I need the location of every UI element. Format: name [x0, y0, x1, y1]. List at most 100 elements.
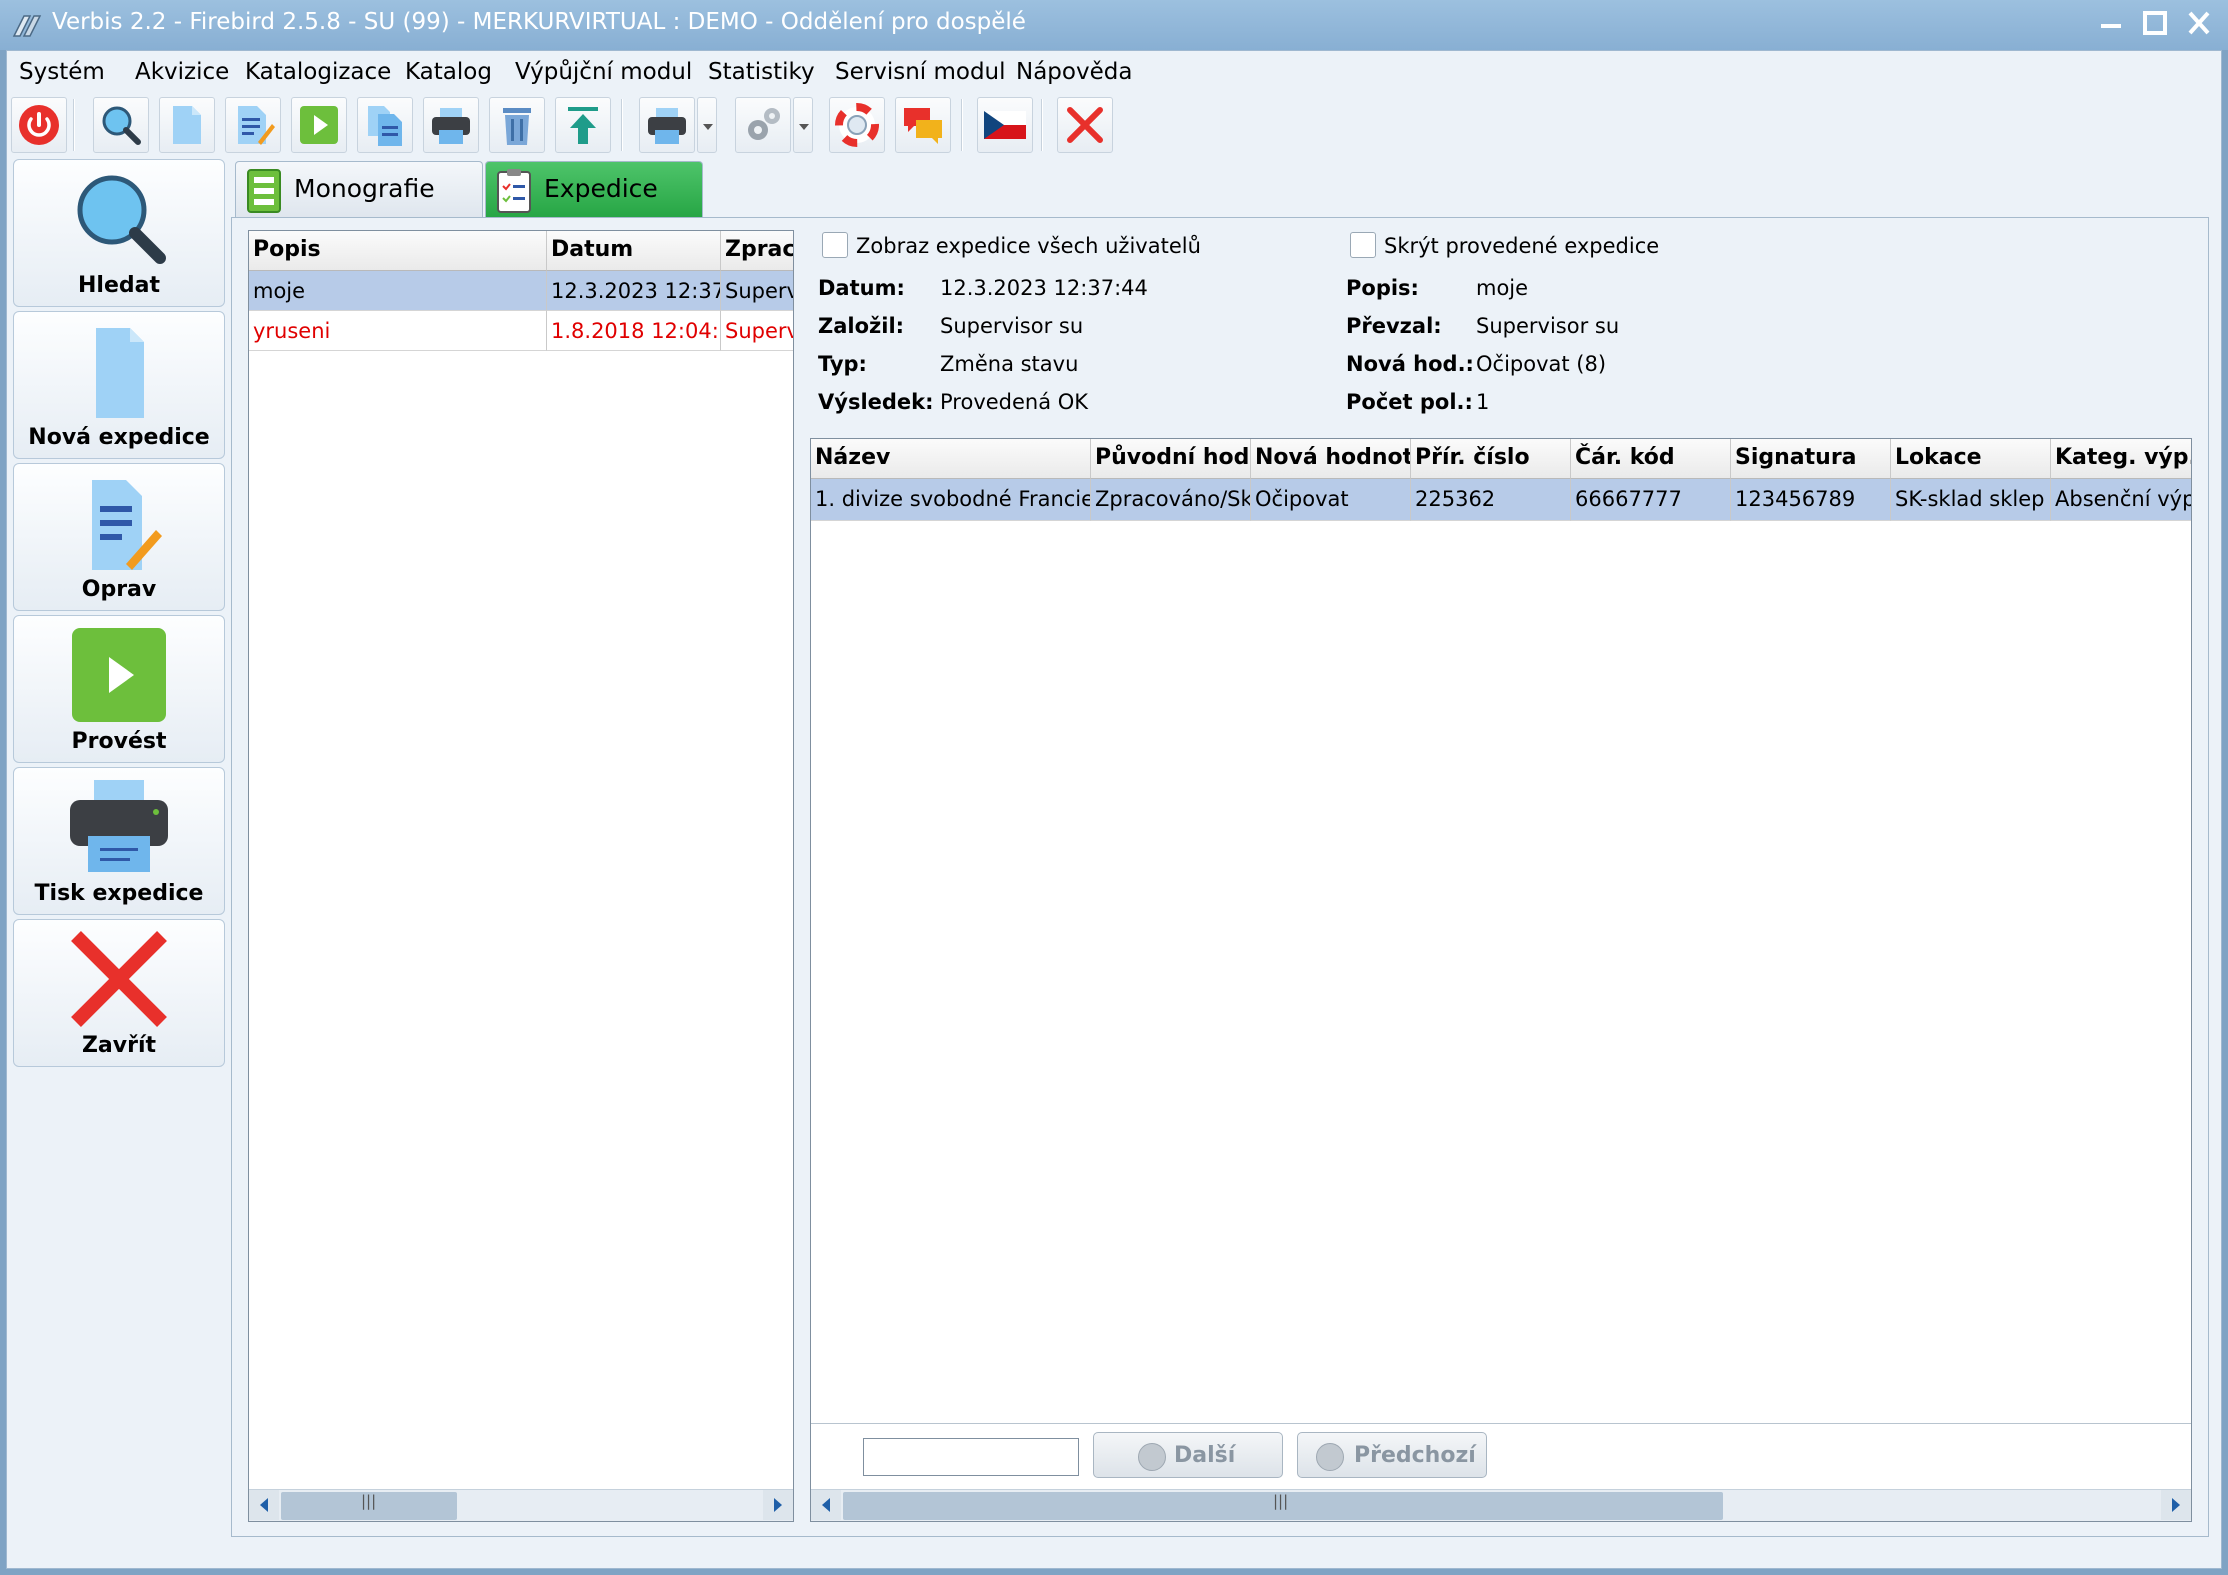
- toolbar-language-button[interactable]: [977, 97, 1033, 153]
- scroll-right-button[interactable]: [2161, 1490, 2191, 1520]
- search-input[interactable]: [863, 1438, 1079, 1476]
- main-window: Systém Akvizice Katalogizace Katalog Výp…: [6, 50, 2222, 1569]
- toolbar-new-button[interactable]: [159, 97, 215, 153]
- column-header-lokace[interactable]: Lokace: [1891, 439, 2051, 479]
- show-all-users-label: Zobraz expedice všech uživatelů: [856, 234, 1201, 258]
- print-dropdown-arrow[interactable]: [697, 97, 717, 153]
- search-icon: [77, 175, 166, 264]
- cell-zpracoval: Superv: [721, 271, 793, 311]
- gear-icon: [748, 108, 780, 140]
- power-icon: [19, 105, 59, 145]
- sidebar-zavrit-button[interactable]: Zavřít: [13, 919, 225, 1067]
- toolbar-edit-button[interactable]: [225, 97, 281, 153]
- czech-flag-icon: [984, 111, 1026, 139]
- pocet-polozek-value: 1: [1476, 390, 1490, 414]
- play-icon: [72, 628, 166, 722]
- sidebar-provest-button[interactable]: Provést: [13, 615, 225, 763]
- scroll-left-button[interactable]: [811, 1490, 841, 1520]
- tab-expedice-label: Expedice: [544, 174, 658, 203]
- toolbar-close-button[interactable]: [1057, 97, 1113, 153]
- sidebar-provest-label: Provést: [71, 729, 167, 754]
- lifebuoy-icon: [835, 103, 879, 147]
- scrollbar-grip-icon: |||: [1273, 1492, 1289, 1510]
- printer-icon: [432, 108, 470, 144]
- settings-dropdown-arrow[interactable]: [793, 97, 813, 153]
- menu-katalog[interactable]: Katalog: [405, 59, 492, 85]
- minimize-icon: [2101, 24, 2121, 28]
- cell-datum: 1.8.2018 12:04:(: [547, 311, 721, 351]
- toolbar-help-button[interactable]: [829, 97, 885, 153]
- new-document-icon: [96, 328, 144, 418]
- menu-system[interactable]: Systém: [19, 59, 105, 85]
- toolbar-print-options-button[interactable]: [639, 97, 695, 153]
- cell-kategorie-vypujcky: Absenční výpů: [2051, 479, 2191, 521]
- show-all-users-checkbox[interactable]: [822, 232, 848, 258]
- arrow-right-icon: [774, 1498, 782, 1512]
- column-header-datum[interactable]: Datum: [547, 231, 721, 271]
- toolbar-power-button[interactable]: [11, 97, 67, 153]
- scroll-left-button[interactable]: [249, 1490, 279, 1520]
- next-button[interactable]: Další: [1093, 1432, 1283, 1478]
- expedice-list-grid: Popis Datum Zprac moje 12.3.2023 12:37 S…: [248, 230, 794, 1522]
- tab-expedice[interactable]: Expedice: [485, 161, 703, 217]
- column-header-prir-cislo[interactable]: Přír. číslo: [1411, 439, 1571, 479]
- column-header-puvodni-hodnota[interactable]: Původní hodn: [1091, 439, 1251, 479]
- popis-label: Popis:: [1346, 276, 1419, 300]
- toolbar-upload-button[interactable]: [555, 97, 611, 153]
- sidebar-oprav-button[interactable]: Oprav: [13, 463, 225, 611]
- scroll-right-button[interactable]: [763, 1490, 793, 1520]
- new-document-icon: [173, 106, 201, 144]
- hide-completed-label: Skrýt provedené expedice: [1384, 234, 1660, 258]
- toolbar-delete-button[interactable]: [489, 97, 545, 153]
- column-header-nazev[interactable]: Název: [811, 439, 1091, 479]
- zalozil-label: Založil:: [818, 314, 905, 338]
- toolbar-separator: [73, 99, 75, 151]
- sidebar-hledat-button[interactable]: Hledat: [13, 159, 225, 307]
- pocet-polozek-label: Počet pol.:: [1346, 390, 1473, 414]
- toolbar-messages-button[interactable]: [895, 97, 951, 153]
- maximize-button[interactable]: [2136, 6, 2174, 42]
- edit-document-icon: [92, 480, 162, 570]
- sidebar-hledat-label: Hledat: [78, 273, 160, 298]
- nova-hodnota-label: Nová hod.:: [1346, 352, 1474, 376]
- tab-content: Popis Datum Zprac moje 12.3.2023 12:37 S…: [231, 217, 2209, 1537]
- minimize-button[interactable]: [2092, 6, 2130, 42]
- column-header-popis[interactable]: Popis: [249, 231, 547, 271]
- close-window-button[interactable]: [2180, 6, 2218, 42]
- column-header-nova-hodnota[interactable]: Nová hodnota: [1251, 439, 1411, 479]
- menu-napoveda[interactable]: Nápověda: [1016, 59, 1132, 85]
- toolbar-separator: [961, 99, 963, 151]
- next-button-label: Další: [1174, 1443, 1236, 1468]
- cell-prir-cislo: 225362: [1411, 479, 1571, 521]
- tab-monografie[interactable]: Monografie: [235, 161, 483, 217]
- sidebar-tisk-expedice-button[interactable]: Tisk expedice: [13, 767, 225, 915]
- toolbar-copy-button[interactable]: [357, 97, 413, 153]
- play-icon: [300, 106, 338, 144]
- previous-button[interactable]: Předchozí: [1297, 1432, 1487, 1478]
- menu-servisni-modul[interactable]: Servisní modul: [835, 59, 1006, 85]
- upload-arrow-icon: [568, 107, 598, 144]
- menu-akvizice[interactable]: Akvizice: [135, 59, 229, 85]
- column-header-zpracoval[interactable]: Zprac: [721, 231, 793, 271]
- menu-vypujcni-modul[interactable]: Výpůjční modul: [515, 59, 692, 85]
- menu-statistiky[interactable]: Statistiky: [708, 59, 815, 85]
- horizontal-scrollbar[interactable]: |||: [249, 1489, 793, 1521]
- horizontal-scrollbar[interactable]: |||: [811, 1489, 2191, 1521]
- toolbar-print-button[interactable]: [423, 97, 479, 153]
- close-icon: [71, 931, 167, 1027]
- column-header-car-kod[interactable]: Čár. kód: [1571, 439, 1731, 479]
- prevzal-label: Převzal:: [1346, 314, 1442, 338]
- toolbar-run-button[interactable]: [291, 97, 347, 153]
- toolbar-settings-button[interactable]: [735, 97, 791, 153]
- toolbar-search-button[interactable]: [93, 97, 149, 153]
- column-header-kategorie-vypujcky[interactable]: Kateg. výp.: [2051, 439, 2191, 479]
- menu-katalogizace[interactable]: Katalogizace: [245, 59, 391, 85]
- arrow-left-icon: [822, 1498, 830, 1512]
- cell-nova-hodnota: Očipovat: [1251, 479, 1411, 521]
- column-header-signatura[interactable]: Signatura: [1731, 439, 1891, 479]
- prevzal-value: Supervisor su: [1476, 314, 1620, 338]
- cell-lokace: SK-sklad sklep (: [1891, 479, 2051, 521]
- hide-completed-checkbox[interactable]: [1350, 232, 1376, 258]
- zalozil-value: Supervisor su: [940, 314, 1084, 338]
- sidebar-nova-expedice-button[interactable]: Nová expedice: [13, 311, 225, 459]
